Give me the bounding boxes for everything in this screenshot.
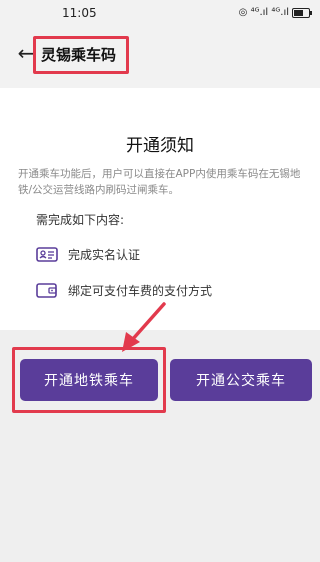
app-bar: ← 灵锡乘车码 — [0, 26, 320, 82]
open-bus-button[interactable]: 开通公交乘车 — [170, 359, 312, 401]
requirement-item: 完成实名认证 — [36, 243, 140, 265]
status-time: 11:05 — [62, 6, 97, 20]
requirements-heading: 需完成如下内容: — [36, 213, 125, 227]
open-metro-button[interactable]: 开通地铁乘车 — [20, 359, 158, 401]
requirement-label: 完成实名认证 — [68, 247, 141, 262]
page-title: 灵锡乘车码 — [41, 46, 117, 64]
id-card-icon — [36, 246, 58, 262]
status-icons: ◎ ⁴ᴳ.ıl ⁴ᴳ.ıl — [238, 7, 312, 18]
battery-icon — [292, 7, 312, 18]
wallet-icon — [36, 282, 58, 298]
signal-icons: ◎ ⁴ᴳ.ıl ⁴ᴳ.ıl — [238, 7, 289, 18]
notice-description: 开通乘车功能后，用户可以直接在APP内使用乘车码在无锡地铁/公交运营线路内刷码过… — [18, 168, 301, 196]
notice-title: 开通须知 — [126, 136, 194, 156]
